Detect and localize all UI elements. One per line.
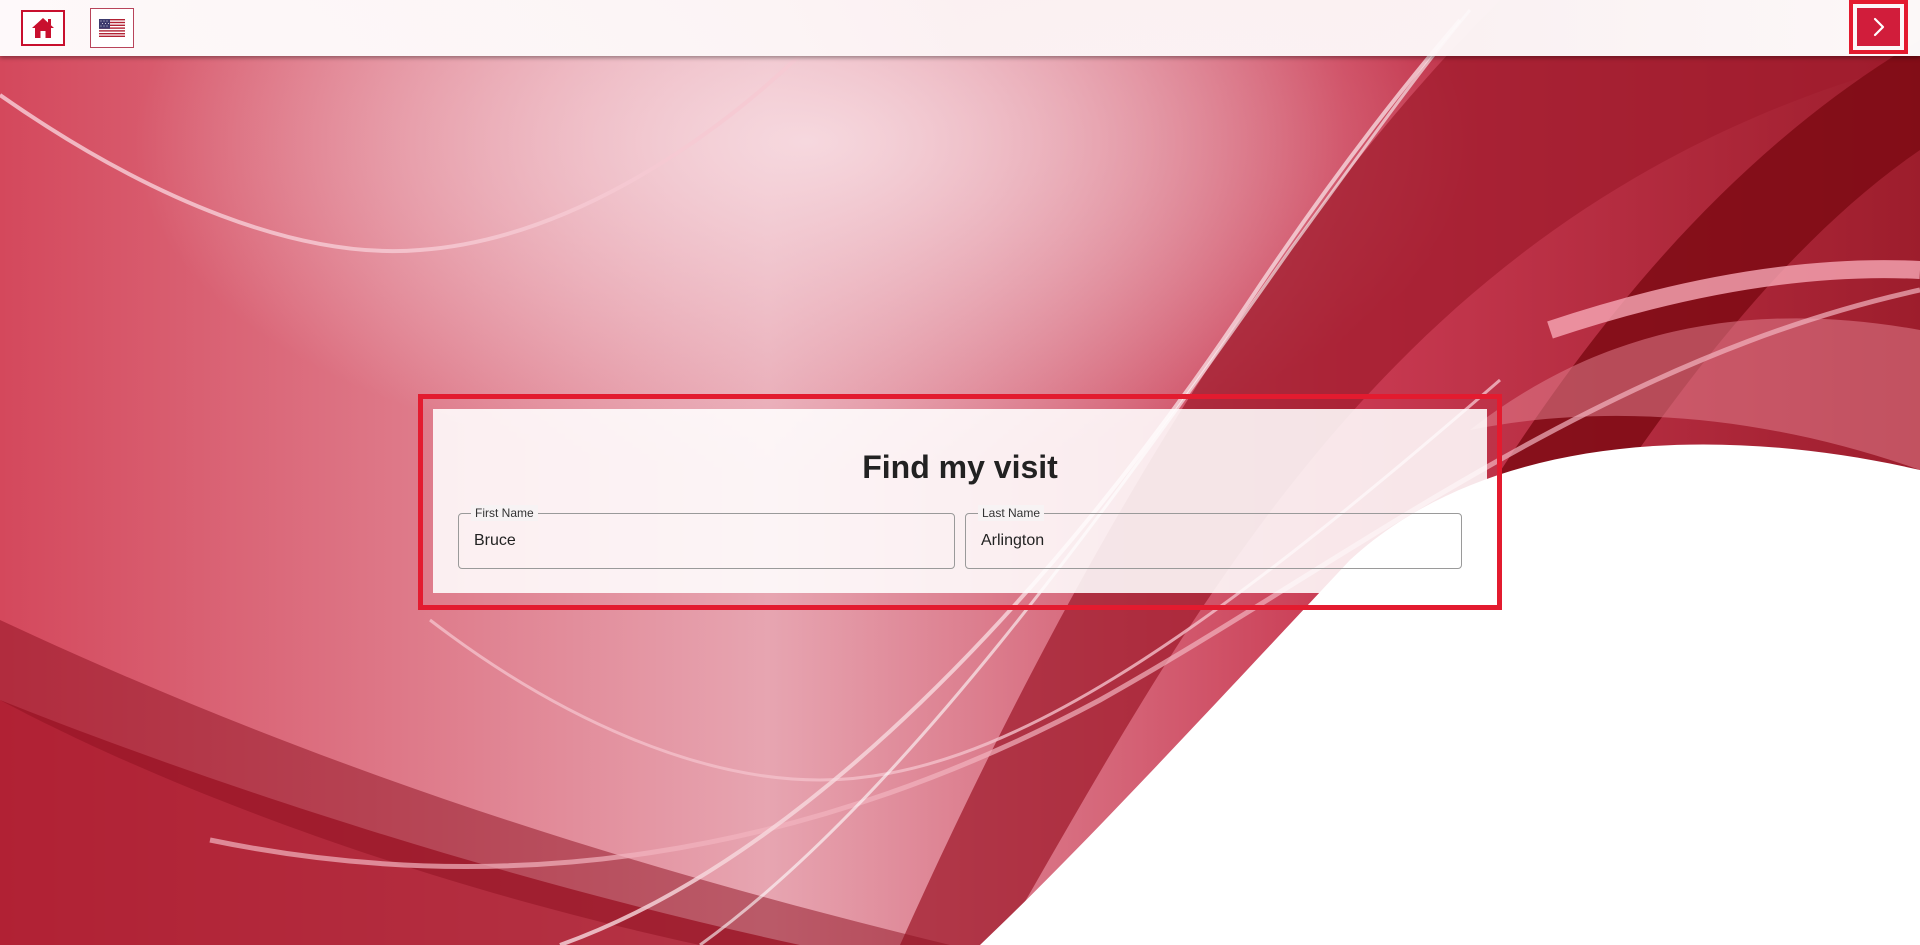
home-icon	[32, 18, 54, 38]
language-button[interactable]	[90, 8, 134, 48]
last-name-field[interactable]: Last Name Arlington	[965, 505, 1462, 569]
us-flag-icon	[99, 19, 125, 37]
last-name-value[interactable]: Arlington	[981, 531, 1044, 551]
page-title: Find my visit	[862, 449, 1058, 485]
top-bar	[0, 0, 1920, 56]
chevron-right-icon	[1873, 17, 1884, 37]
first-name-field[interactable]: First Name Bruce	[458, 505, 955, 569]
first-name-label: First Name	[471, 505, 538, 521]
next-button-highlight	[1849, 0, 1908, 54]
home-button[interactable]	[21, 10, 65, 46]
first-name-value[interactable]: Bruce	[474, 531, 516, 551]
page: Find my visit First Name Bruce Last Name…	[0, 0, 1920, 945]
find-visit-card: Find my visit First Name Bruce Last Name…	[433, 409, 1487, 593]
next-button[interactable]	[1857, 8, 1900, 46]
last-name-label: Last Name	[978, 505, 1045, 521]
